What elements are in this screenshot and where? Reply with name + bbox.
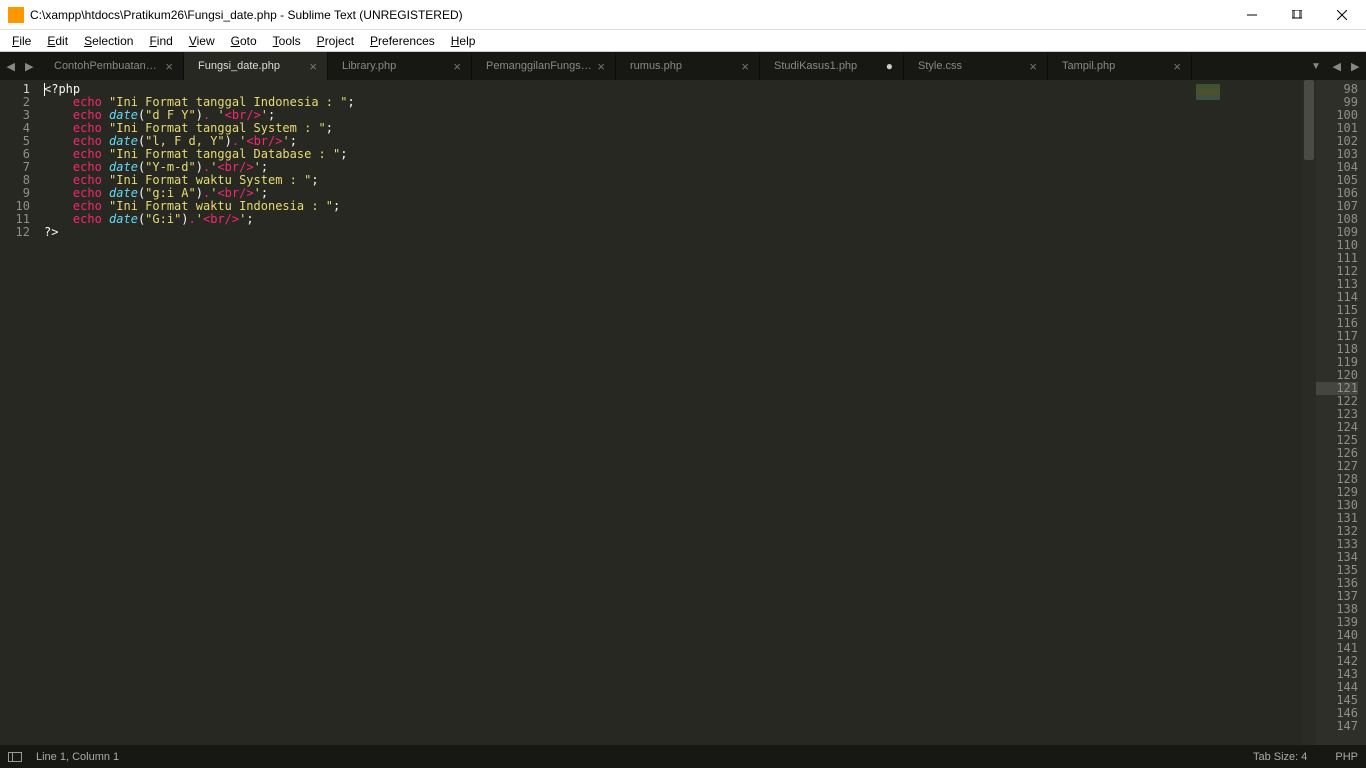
tabbar: ◀▶ ContohPembuatanFungsi.php×Fungsi_date… — [0, 52, 1366, 80]
tab-label: Fungsi_date.php — [198, 60, 305, 72]
tab-dropdown[interactable]: ▼ — [1306, 52, 1326, 80]
tab-tampil-php[interactable]: Tampil.php × — [1048, 52, 1192, 80]
tab-label: StudiKasus1.php — [774, 60, 882, 72]
close-button[interactable] — [1319, 1, 1364, 29]
minimize-button[interactable] — [1229, 1, 1274, 29]
menu-preferences[interactable]: Preferences — [362, 32, 443, 50]
status-linecol[interactable]: Line 1, Column 1 — [36, 751, 119, 763]
menu-project[interactable]: Project — [309, 32, 362, 50]
titlebar: C:\xampp\htdocs\Pratikum26\Fungsi_date.p… — [0, 0, 1366, 30]
dirty-dot-icon: ● — [886, 59, 893, 73]
right-line-gutter[interactable]: 9899100101102103104105106107108109110111… — [1316, 80, 1366, 745]
panel-switch-icon[interactable] — [8, 752, 22, 762]
menu-file[interactable]: File — [4, 32, 39, 50]
tab-label: rumus.php — [630, 60, 737, 72]
menu-help[interactable]: Help — [443, 32, 484, 50]
tab-studikasus1-php[interactable]: StudiKasus1.php ● — [760, 52, 904, 80]
tab-label: Library.php — [342, 60, 449, 72]
line-number[interactable]: 12 — [0, 226, 30, 239]
tab-close-icon[interactable]: × — [1173, 59, 1181, 74]
tab-pemanggilanfungsi-php[interactable]: PemanggilanFungsi.php × — [472, 52, 616, 80]
editor-area: 123456789101112 <?php echo "Ini Format t… — [0, 80, 1366, 745]
tab-label: ContohPembuatanFungsi.php — [54, 60, 161, 72]
code-line[interactable]: echo date("G:i").'<br/>'; — [44, 213, 1192, 226]
tab-close-icon[interactable]: × — [741, 59, 749, 74]
menu-edit[interactable]: Edit — [39, 32, 76, 50]
window-title: C:\xampp\htdocs\Pratikum26\Fungsi_date.p… — [30, 8, 1229, 22]
code-line[interactable]: ?> — [44, 226, 1192, 239]
minimap[interactable] — [1192, 80, 1302, 745]
tab-close-icon[interactable]: × — [453, 59, 461, 74]
menu-goto[interactable]: Goto — [223, 32, 265, 50]
tab-nav-right[interactable]: ◀▶ — [1326, 52, 1366, 80]
tab-rumus-php[interactable]: rumus.php × — [616, 52, 760, 80]
tab-label: Style.css — [918, 60, 1025, 72]
tab-fungsi_date-php[interactable]: Fungsi_date.php × — [184, 52, 328, 80]
line-number-right[interactable]: 147 — [1316, 720, 1358, 733]
line-gutter[interactable]: 123456789101112 — [0, 80, 44, 745]
tab-nav-left[interactable]: ◀▶ — [0, 52, 40, 80]
scroll-thumb[interactable] — [1304, 80, 1314, 160]
tab-style-css[interactable]: Style.css × — [904, 52, 1048, 80]
tab-close-icon[interactable]: × — [1029, 59, 1037, 74]
tab-contohpembuatanfungsi-php[interactable]: ContohPembuatanFungsi.php × — [40, 52, 184, 80]
tab-label: PemanggilanFungsi.php — [486, 60, 593, 72]
menu-selection[interactable]: Selection — [76, 32, 141, 50]
status-syntax[interactable]: PHP — [1335, 751, 1358, 763]
maximize-button[interactable] — [1274, 1, 1319, 29]
menu-tools[interactable]: Tools — [265, 32, 309, 50]
status-tabsize[interactable]: Tab Size: 4 — [1253, 751, 1307, 763]
tab-label: Tampil.php — [1062, 60, 1169, 72]
menu-view[interactable]: View — [181, 32, 223, 50]
app-icon — [8, 7, 24, 23]
menu-find[interactable]: Find — [141, 32, 180, 50]
code-editor[interactable]: <?php echo "Ini Format tanggal Indonesia… — [44, 80, 1192, 745]
tab-close-icon[interactable]: × — [309, 59, 317, 74]
tab-close-icon[interactable]: × — [165, 59, 173, 74]
scrollbar-left-pane[interactable] — [1302, 80, 1316, 745]
menubar: FileEditSelectionFindViewGotoToolsProjec… — [0, 30, 1366, 52]
statusbar: Line 1, Column 1 Tab Size: 4 PHP — [0, 745, 1366, 768]
tab-library-php[interactable]: Library.php × — [328, 52, 472, 80]
tab-close-icon[interactable]: × — [597, 59, 605, 74]
text-cursor — [44, 83, 45, 96]
